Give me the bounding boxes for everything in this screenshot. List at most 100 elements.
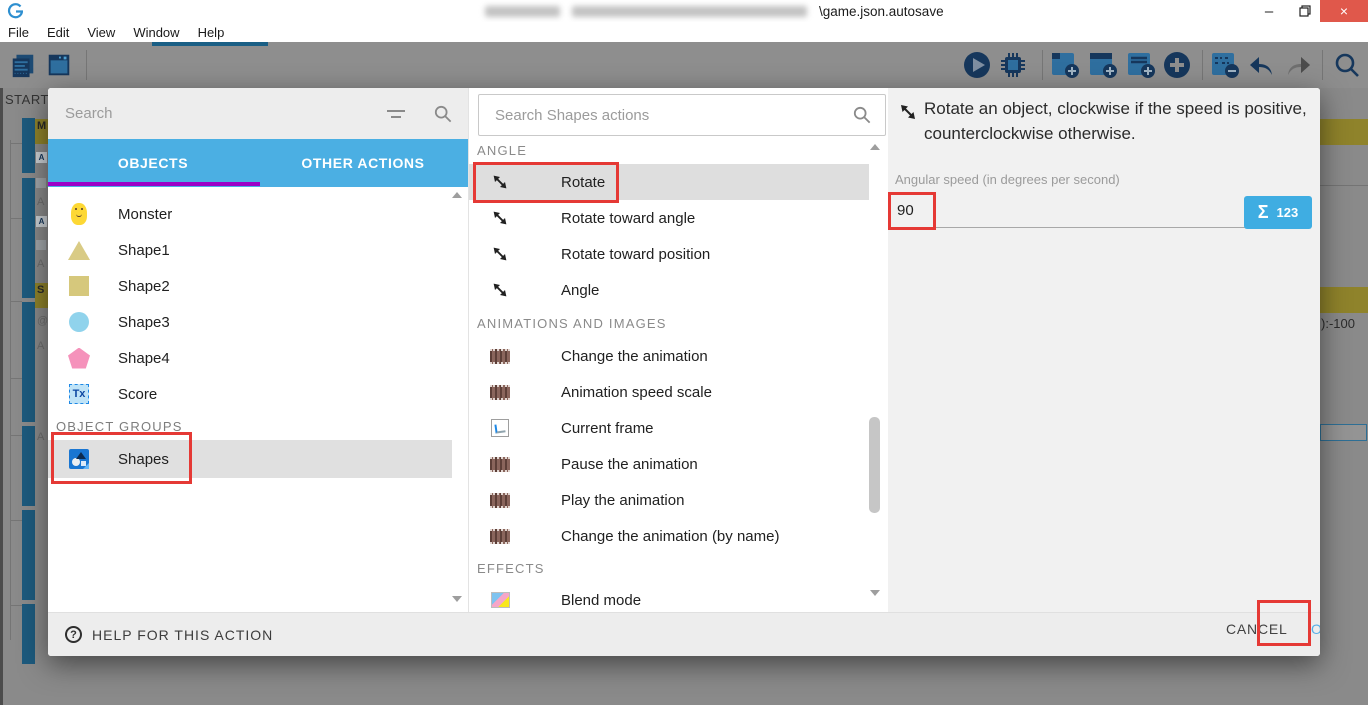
action-item[interactable]: Rotate toward position — [469, 236, 869, 272]
remove-event-icon[interactable] — [1210, 50, 1240, 80]
tab-other-actions[interactable]: OTHER ACTIONS — [258, 139, 468, 187]
minimize-button[interactable]: – — [1252, 0, 1286, 22]
animation-icon — [489, 456, 511, 472]
instruction-editor-dialog: OBJECTS OTHER ACTIONS Monster Shape1 Sha… — [48, 88, 1320, 656]
toolbar-separator — [86, 50, 87, 80]
gdevelop-logo — [8, 3, 23, 19]
action-item[interactable]: Current frame — [469, 410, 869, 446]
parameter-field — [895, 194, 1280, 228]
menu-view[interactable]: View — [78, 25, 124, 40]
event-at: @ — [37, 315, 49, 327]
menu-edit[interactable]: Edit — [38, 25, 78, 40]
scroll-down-arrow[interactable] — [870, 590, 880, 596]
animation-icon — [489, 528, 511, 544]
event-color-bar — [22, 302, 35, 422]
action-item[interactable]: Change the animation (by name) — [469, 518, 869, 554]
object-search-input[interactable] — [65, 105, 386, 122]
event-color-bar — [22, 178, 35, 298]
action-item[interactable]: Animation speed scale — [469, 374, 869, 410]
parameter-label: Angular speed (in degrees per second) — [895, 172, 1120, 187]
monster-icon — [68, 203, 90, 225]
scroll-up-arrow[interactable] — [870, 144, 880, 150]
debugger-icon[interactable] — [998, 50, 1028, 80]
restore-button[interactable] — [1290, 0, 1320, 22]
event-letter: A — [37, 340, 45, 352]
panel-edge — [0, 88, 3, 705]
triangle-icon — [68, 240, 90, 260]
action-item[interactable]: Play the animation — [469, 482, 869, 518]
action-item[interactable]: Pause the animation — [469, 446, 869, 482]
dialog-footer: ? HELP FOR THIS ACTION — [48, 612, 1320, 656]
animation-icon — [489, 492, 511, 508]
action-item[interactable]: Angle — [469, 272, 869, 308]
ok-button[interactable]: OK — [1311, 621, 1320, 637]
object-label: Shape2 — [118, 277, 170, 295]
search-icon[interactable] — [853, 106, 871, 124]
action-item[interactable]: Blend mode — [469, 582, 869, 612]
action-item[interactable]: Change the animation — [469, 338, 869, 374]
animation-icon — [489, 384, 511, 400]
menu-window[interactable]: Window — [124, 25, 188, 40]
cancel-button[interactable]: CANCEL — [1226, 621, 1288, 637]
redo-icon[interactable] — [1284, 50, 1314, 80]
object-tabs: OBJECTS OTHER ACTIONS — [48, 139, 468, 187]
scroll-down-arrow[interactable] — [452, 596, 462, 602]
list-item[interactable]: Shape1 — [48, 232, 468, 268]
rotate-icon — [901, 105, 915, 119]
rotate-icon — [489, 244, 511, 264]
scroll-up-arrow[interactable] — [452, 192, 462, 198]
comment-event-cell — [1320, 119, 1368, 145]
close-button[interactable]: × — [1320, 0, 1368, 22]
tab-objects[interactable]: OBJECTS — [48, 139, 258, 187]
indent-guide — [10, 143, 22, 144]
scrollbar-thumb[interactable] — [869, 417, 880, 513]
list-item[interactable]: Shape2 — [48, 268, 468, 304]
action-label: Rotate toward angle — [561, 209, 696, 227]
actions-search-input[interactable] — [495, 106, 853, 124]
list-item[interactable]: Shape4 — [48, 340, 468, 376]
active-tab-underline — [48, 182, 260, 186]
object-label: Shape1 — [118, 241, 170, 259]
square-icon — [68, 276, 90, 296]
event-color-bar — [22, 510, 35, 600]
indent-guide — [10, 301, 22, 302]
action-item[interactable]: Rotate toward angle — [469, 200, 869, 236]
search-icon[interactable] — [434, 105, 452, 123]
add-comment-icon[interactable] — [1126, 50, 1156, 80]
list-item[interactable]: Tx Score — [48, 376, 468, 412]
add-circle-icon[interactable] — [1162, 50, 1192, 80]
object-label: Monster — [118, 205, 173, 223]
object-list: Monster Shape1 Shape2 Shape3 Shape4 Tx S… — [48, 187, 468, 612]
object-label: Shape3 — [118, 313, 170, 331]
add-event-icon[interactable] — [1050, 50, 1080, 80]
menu-bar: File Edit View Window Help — [0, 22, 1368, 42]
search-icon[interactable] — [1332, 50, 1362, 80]
animation-icon — [489, 348, 511, 364]
scene-editor-icon[interactable] — [44, 50, 74, 80]
undo-icon[interactable] — [1246, 50, 1276, 80]
play-icon[interactable] — [962, 50, 992, 80]
indent-guide — [10, 218, 22, 219]
expression-editor-button[interactable]: Σ 123 — [1244, 196, 1312, 229]
add-subevent-icon[interactable] — [1088, 50, 1118, 80]
section-header: ANIMATIONS AND IMAGES — [477, 315, 667, 331]
group-item-shapes[interactable]: Shapes — [48, 440, 452, 478]
menu-help[interactable]: Help — [189, 25, 234, 40]
restore-icon — [1299, 5, 1311, 17]
action-item-rotate[interactable]: Rotate — [469, 164, 869, 200]
menu-file[interactable]: File — [0, 25, 38, 40]
comment-event-cell — [1320, 287, 1368, 313]
list-item[interactable]: Monster — [48, 196, 468, 232]
help-link[interactable]: ? HELP FOR THIS ACTION — [65, 626, 273, 643]
action-label: Rotate — [561, 173, 606, 191]
action-label: Pause the animation — [561, 455, 698, 473]
indent-guide — [10, 520, 22, 521]
project-manager-icon[interactable] — [8, 50, 38, 80]
angle-icon — [489, 280, 511, 300]
filter-icon[interactable] — [386, 106, 406, 122]
action-description: Rotate an object, clockwise if the speed… — [924, 99, 1307, 143]
angular-speed-input[interactable] — [895, 194, 1280, 228]
redacted-title-segment — [485, 6, 560, 17]
event-color-bar — [22, 604, 35, 664]
list-item[interactable]: Shape3 — [48, 304, 468, 340]
